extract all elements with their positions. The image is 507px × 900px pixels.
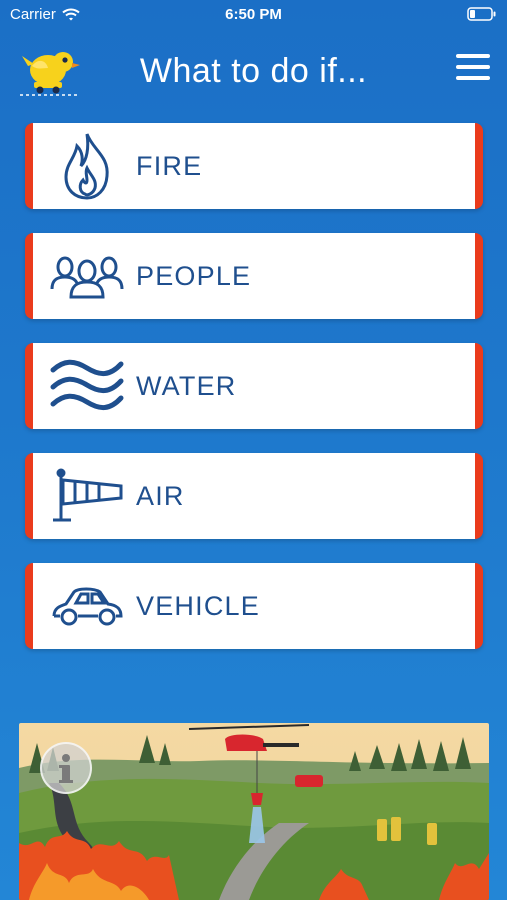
menu-line — [456, 76, 490, 80]
category-label: PEOPLE — [136, 261, 252, 291]
info-button[interactable] — [40, 742, 92, 794]
windsock-icon — [49, 459, 125, 533]
category-label: FIRE — [136, 151, 203, 181]
category-card-vehicle[interactable]: VEHICLE — [25, 563, 483, 649]
category-card-air[interactable]: AIR — [25, 453, 483, 539]
fire-icon — [49, 129, 125, 203]
category-label: AIR — [136, 481, 185, 511]
category-list: FIRE PEOPLE WATER AIR VEHICLE — [25, 123, 483, 673]
status-bar: Carrier 6:50 PM — [0, 0, 507, 30]
category-card-water[interactable]: WATER — [25, 343, 483, 429]
menu-line — [456, 65, 490, 69]
people-icon — [49, 239, 125, 313]
category-label: VEHICLE — [136, 591, 260, 621]
hamburger-menu-button[interactable] — [456, 54, 490, 82]
category-card-fire[interactable]: FIRE — [25, 123, 483, 209]
car-icon — [49, 569, 125, 643]
category-card-people[interactable]: PEOPLE — [25, 233, 483, 319]
app-header: What to do if... — [0, 38, 507, 102]
page-title: What to do if... — [139, 52, 368, 90]
battery-icon — [467, 7, 497, 25]
info-icon — [59, 754, 73, 783]
water-waves-icon — [49, 349, 125, 423]
status-time: 6:50 PM — [225, 6, 282, 23]
hamburger-menu-icon — [456, 54, 490, 58]
category-label: WATER — [136, 371, 237, 401]
